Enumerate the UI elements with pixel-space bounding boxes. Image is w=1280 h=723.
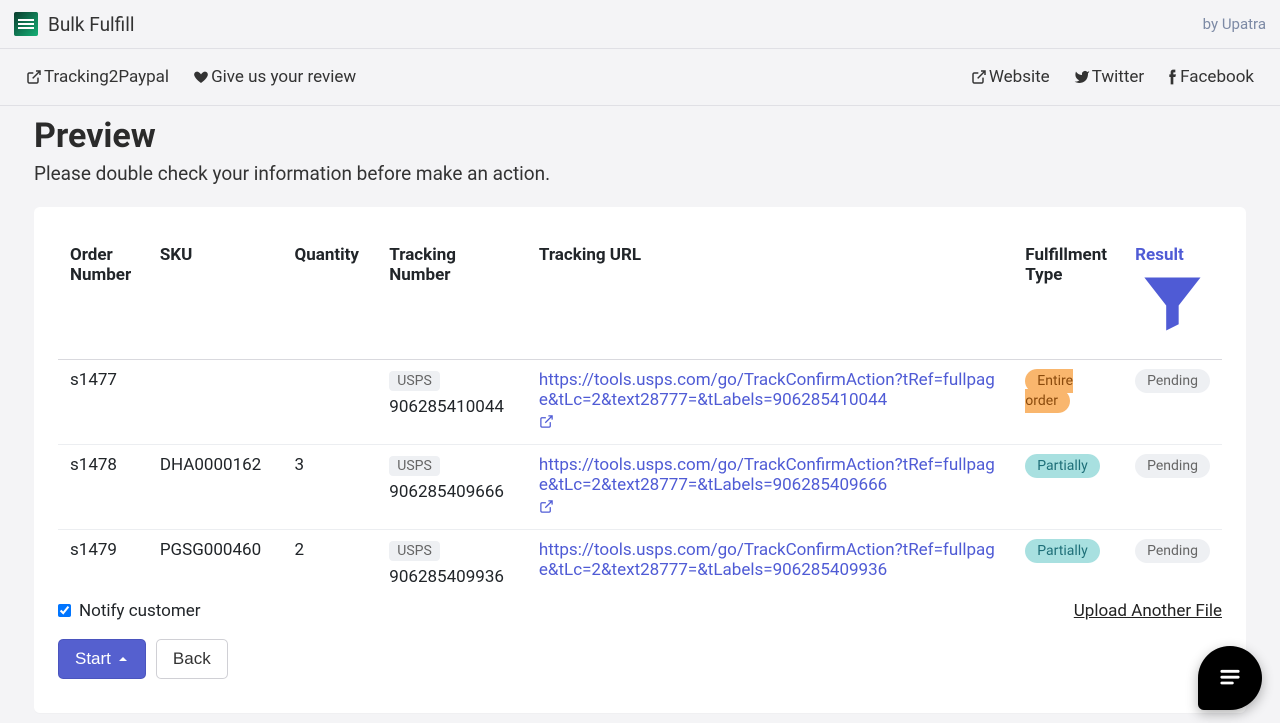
external-link-icon[interactable]: [539, 499, 554, 519]
nav-bar: Tracking2Paypal Give us your review Webs…: [0, 49, 1280, 106]
cell-result: Pending: [1123, 359, 1222, 444]
chevron-up-icon: [117, 653, 129, 665]
tracking-url-link[interactable]: https://tools.usps.com/go/TrackConfirmAc…: [539, 540, 995, 580]
nav-twitter[interactable]: Twitter: [1074, 67, 1144, 87]
cell-quantity: 3: [283, 444, 378, 529]
nav-label: Website: [989, 67, 1050, 87]
chat-widget[interactable]: [1198, 646, 1262, 710]
nav-facebook[interactable]: Facebook: [1168, 67, 1254, 87]
chat-icon: [1216, 662, 1244, 694]
th-tracking-url: Tracking URL: [527, 235, 1013, 359]
twitter-icon: [1074, 69, 1090, 85]
cell-fulfillment-type: Partially: [1013, 529, 1123, 597]
th-tracking-number: Tracking Number: [377, 235, 527, 359]
tracking-number: 906285409936: [389, 567, 515, 587]
cell-sku: PGSG000460: [148, 529, 283, 597]
nav-label: Twitter: [1092, 67, 1144, 87]
brand: Bulk Fulfill: [14, 12, 134, 36]
cell-order: s1479: [58, 529, 148, 597]
table-row: s1479PGSG0004602 USPS 906285409936 https://…: [58, 529, 1222, 597]
cell-sku: DHA0000162: [148, 444, 283, 529]
cell-fulfillment-type: Partially: [1013, 444, 1123, 529]
result-badge: Pending: [1135, 369, 1210, 393]
nav-website[interactable]: Website: [971, 67, 1050, 87]
preview-card: Order Number SKU Quantity Tracking Numbe…: [34, 207, 1246, 713]
page-content: Preview Please double check your informa…: [0, 106, 1280, 723]
notify-label: Notify customer: [79, 601, 201, 621]
nav-right: Website Twitter Facebook: [971, 67, 1254, 87]
cell-tracking-number: USPS 906285409666: [377, 444, 527, 529]
nav-tracking2paypal[interactable]: Tracking2Paypal: [26, 67, 169, 87]
cell-result: Pending: [1123, 444, 1222, 529]
th-result[interactable]: Result: [1123, 235, 1222, 359]
cell-sku: [148, 359, 283, 444]
external-link-icon: [26, 69, 42, 85]
fulfillment-badge: Partially: [1025, 539, 1100, 563]
notify-checkbox[interactable]: [58, 604, 71, 617]
page-subtitle: Please double check your information bef…: [34, 162, 1246, 185]
cell-tracking-url: https://tools.usps.com/go/TrackConfirmAc…: [527, 359, 1013, 444]
nav-review[interactable]: Give us your review: [193, 67, 356, 87]
cell-quantity: 2: [283, 529, 378, 597]
table-row: s1477 USPS 906285410044 https://tools.usps.…: [58, 359, 1222, 444]
table-row: s1478DHA00001623 USPS 906285409666 https://…: [58, 444, 1222, 529]
start-label: Start: [75, 649, 111, 669]
tracking-url-link[interactable]: https://tools.usps.com/go/TrackConfirmAc…: [539, 370, 995, 410]
preview-table: Order Number SKU Quantity Tracking Numbe…: [58, 235, 1222, 597]
page-title: Preview: [34, 116, 1246, 156]
byline[interactable]: by Upatra: [1203, 15, 1266, 33]
upload-another-file[interactable]: Upload Another File: [1074, 601, 1222, 621]
facebook-icon: [1168, 69, 1178, 85]
app-title: Bulk Fulfill: [48, 13, 134, 36]
carrier-badge: USPS: [389, 541, 440, 561]
nav-label: Tracking2Paypal: [44, 67, 169, 87]
start-button[interactable]: Start: [58, 639, 146, 679]
tracking-url-link[interactable]: https://tools.usps.com/go/TrackConfirmAc…: [539, 455, 995, 495]
nav-label: Facebook: [1180, 67, 1254, 87]
cell-tracking-url: https://tools.usps.com/go/TrackConfirmAc…: [527, 444, 1013, 529]
cell-quantity: [283, 359, 378, 444]
result-badge: Pending: [1135, 539, 1210, 563]
heart-icon: [193, 69, 209, 85]
nav-label: Give us your review: [211, 67, 356, 87]
tracking-number: 906285410044: [389, 397, 515, 417]
app-logo-icon: [14, 12, 38, 36]
carrier-badge: USPS: [389, 456, 440, 476]
external-link-icon[interactable]: [539, 414, 554, 434]
th-fulfillment-type: Fulfillment Type: [1013, 235, 1123, 359]
notify-customer[interactable]: Notify customer: [58, 601, 201, 621]
cell-tracking-url: https://tools.usps.com/go/TrackConfirmAc…: [527, 529, 1013, 597]
fulfillment-badge: Entire order: [1025, 369, 1073, 413]
cell-tracking-number: USPS 906285410044: [377, 359, 527, 444]
filter-icon[interactable]: [1135, 325, 1210, 345]
fulfillment-badge: Partially: [1025, 454, 1100, 478]
th-result-label: Result: [1135, 245, 1184, 265]
tracking-number: 906285409666: [389, 482, 515, 502]
th-sku: SKU: [148, 235, 283, 359]
external-link-icon: [971, 69, 987, 85]
action-buttons: Start Back: [58, 639, 1222, 679]
back-button[interactable]: Back: [156, 639, 228, 679]
cell-fulfillment-type: Entire order: [1013, 359, 1123, 444]
cell-order: s1478: [58, 444, 148, 529]
cell-order: s1477: [58, 359, 148, 444]
cell-result: Pending: [1123, 529, 1222, 597]
cell-tracking-number: USPS 906285409936: [377, 529, 527, 597]
nav-left: Tracking2Paypal Give us your review: [26, 67, 356, 87]
footer-row: Notify customer Upload Another File: [58, 601, 1222, 621]
carrier-badge: USPS: [389, 371, 440, 391]
top-header: Bulk Fulfill by Upatra: [0, 0, 1280, 49]
th-order-number: Order Number: [58, 235, 148, 359]
result-badge: Pending: [1135, 454, 1210, 478]
th-quantity: Quantity: [283, 235, 378, 359]
